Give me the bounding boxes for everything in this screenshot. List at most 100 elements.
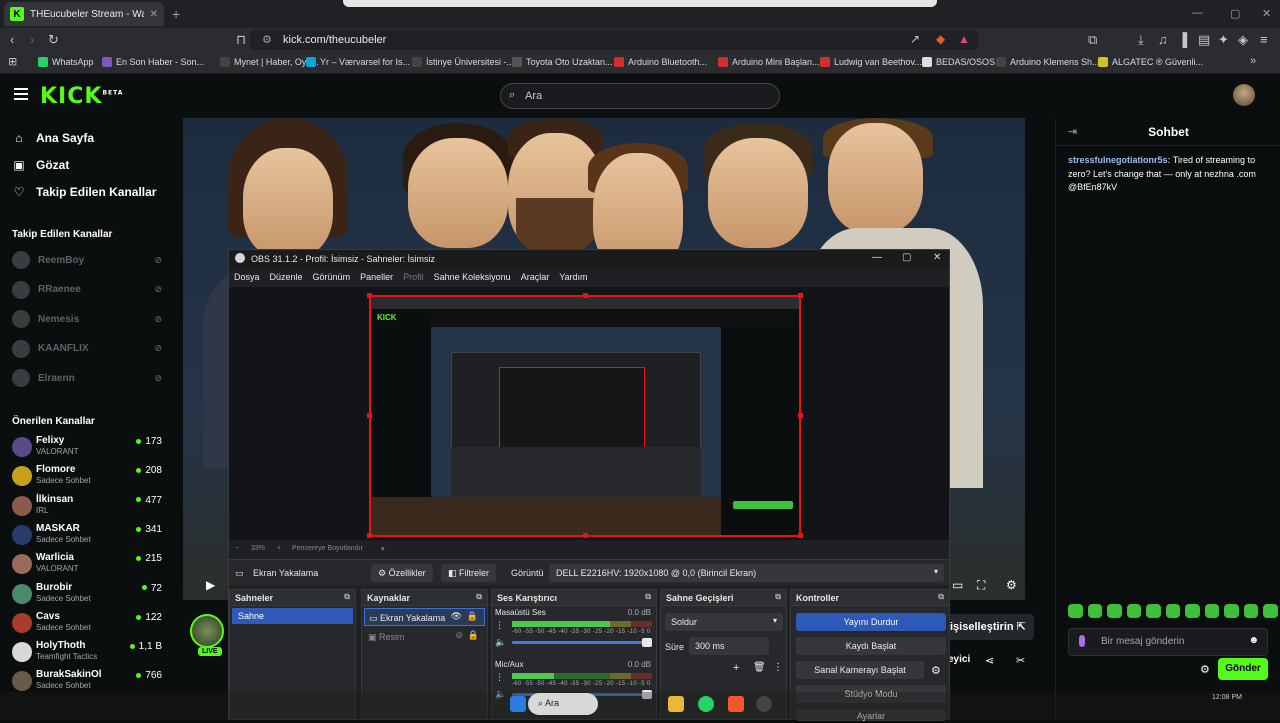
- recommended-channel[interactable]: MASKAR Sadece Sohbet 341: [12, 523, 162, 551]
- streamer-avatar[interactable]: [190, 614, 224, 648]
- emote-icon[interactable]: [1146, 604, 1161, 618]
- close-window-icon[interactable]: ✕: [1262, 7, 1271, 20]
- trash-icon[interactable]: 🗑: [753, 662, 766, 673]
- taskbar-search[interactable]: ⌕ Ara: [528, 693, 598, 715]
- emote-icon[interactable]: [1263, 604, 1279, 618]
- chevron-down-icon[interactable]: ▾: [381, 545, 385, 553]
- resize-handle[interactable]: [367, 293, 372, 298]
- dock-float-icon[interactable]: ⧉: [645, 592, 651, 602]
- emote-icon[interactable]: [1126, 604, 1142, 618]
- followed-channel[interactable]: KAANFLIX ⊘: [12, 339, 162, 358]
- start-virtual-camera-button[interactable]: Sanal Kamerayı Başlat: [796, 661, 924, 679]
- sidebar-nav-item[interactable]: ♡ Takip Edilen Kanallar: [12, 185, 157, 199]
- address-bar[interactable]: ⚙ kick.com/theucubeler ↗ ◆ ▲: [250, 30, 978, 50]
- obs-minimize-icon[interactable]: —: [872, 252, 882, 263]
- bookmark-item[interactable]: WhatsApp: [38, 57, 94, 67]
- properties-button[interactable]: ⚙ Özellikler: [371, 564, 433, 582]
- obs-menu-item[interactable]: Yardım: [554, 269, 592, 287]
- bookmark-item[interactable]: Mynet | Haber, Oyu...: [220, 57, 319, 67]
- obs-close-icon[interactable]: ✕: [933, 252, 941, 263]
- obs-maximize-icon[interactable]: ▢: [902, 252, 911, 263]
- followed-channel[interactable]: RRaenee ⊘: [12, 280, 162, 299]
- sidebar-icon[interactable]: ▐: [1178, 32, 1187, 47]
- eye-icon[interactable]: 👁: [451, 611, 462, 622]
- mixer-options-icon[interactable]: ⋮: [495, 672, 504, 683]
- obs-preview-capture[interactable]: KICK: [369, 295, 801, 537]
- emote-icon[interactable]: [1068, 604, 1083, 618]
- obs-menu-item[interactable]: Görünüm: [308, 269, 356, 287]
- obs-taskbar-icon[interactable]: [756, 696, 772, 712]
- bookmark-item[interactable]: BEDAS/OSOS: [922, 57, 995, 67]
- resize-handle[interactable]: [583, 293, 588, 298]
- share-icon[interactable]: ⋖: [985, 654, 994, 667]
- bookmark-item[interactable]: İstinye Üniversitesi -...: [412, 57, 514, 67]
- vpn-icon[interactable]: ◈: [1238, 32, 1248, 48]
- minimize-icon[interactable]: —: [1192, 7, 1203, 19]
- bookmark-item[interactable]: ALGATEC ® Güvenli...: [1098, 57, 1203, 67]
- chat-input[interactable]: Bir mesaj gönderin ☻: [1068, 628, 1268, 656]
- brave-rewards-icon[interactable]: ▲: [958, 32, 970, 46]
- filters-button[interactable]: ◧ Filtreler: [441, 564, 497, 582]
- clip-icon[interactable]: ✂: [1016, 654, 1025, 667]
- obs-menu-item[interactable]: Sahne Koleksiyonu: [429, 269, 516, 287]
- chat-settings-icon[interactable]: ⚙: [1200, 663, 1210, 676]
- reload-icon[interactable]: ↻: [48, 32, 59, 48]
- followed-channel[interactable]: Elraenn ⊘: [12, 369, 162, 387]
- source-item[interactable]: ▭ Ekran Yakalama 👁 🔒: [364, 608, 485, 626]
- followed-channel[interactable]: ReemBoy ⊘: [12, 251, 162, 269]
- obs-menu-item[interactable]: Profil: [398, 269, 429, 287]
- wallet-icon[interactable]: ▤: [1198, 32, 1210, 48]
- obs-menu-item[interactable]: Araçlar: [516, 269, 555, 287]
- maximize-icon[interactable]: ▢: [1230, 7, 1240, 20]
- followed-channel[interactable]: Nemesis ⊘: [12, 310, 162, 328]
- obs-menu-item[interactable]: Dosya: [229, 269, 265, 287]
- emote-icon[interactable]: [1243, 604, 1259, 618]
- duration-input[interactable]: 300 ms: [689, 637, 769, 655]
- lock-icon[interactable]: 🔒: [467, 611, 478, 622]
- whatsapp-icon[interactable]: [698, 696, 714, 712]
- resize-handle[interactable]: [798, 533, 803, 538]
- theater-mode-icon[interactable]: ▭: [952, 578, 963, 592]
- back-icon[interactable]: ‹: [10, 32, 14, 47]
- bookmark-icon[interactable]: ⊓: [236, 32, 246, 48]
- resize-handle[interactable]: [583, 533, 588, 538]
- new-tab-icon[interactable]: +: [172, 6, 180, 22]
- lock-icon[interactable]: 🔒: [468, 630, 479, 641]
- send-button[interactable]: Gönder: [1218, 658, 1268, 680]
- resize-handle[interactable]: [798, 293, 803, 298]
- emote-icon[interactable]: [1087, 604, 1103, 618]
- obs-menu-item[interactable]: Paneller: [355, 269, 398, 287]
- extensions-icon[interactable]: ⧉: [1088, 32, 1097, 48]
- volume-slider[interactable]: [512, 638, 652, 647]
- resize-handle[interactable]: [798, 413, 803, 418]
- forward-icon[interactable]: ›: [30, 32, 34, 47]
- hamburger-menu-icon[interactable]: [14, 88, 28, 100]
- recommended-channel[interactable]: Felixy VALORANT 173: [12, 435, 162, 463]
- recommended-channel[interactable]: Burobir Sadece Sohbet 72: [12, 582, 162, 610]
- customize-button[interactable]: işiselleştirin ⇱: [944, 614, 1034, 640]
- search-input[interactable]: ⌕ Ara: [500, 83, 780, 109]
- obs-menu-item[interactable]: Düzenle: [265, 269, 308, 287]
- emote-icon[interactable]: [1165, 604, 1181, 618]
- bookmark-item[interactable]: Arduino Bluetooth...: [614, 57, 707, 67]
- emote-icon[interactable]: [1224, 604, 1239, 618]
- apps-grid-icon[interactable]: ⊞: [8, 55, 17, 68]
- transition-select[interactable]: Soldur ▾: [665, 613, 783, 631]
- zoom-out-icon[interactable]: −: [235, 545, 239, 552]
- recommended-channel[interactable]: İlkinsan IRL 477: [12, 494, 162, 522]
- source-item[interactable]: ▣ Resim ⊘ 🔒: [364, 628, 485, 646]
- scene-item[interactable]: Sahne: [232, 608, 353, 624]
- virtual-camera-settings-icon[interactable]: ⚙: [931, 664, 941, 677]
- recommended-channel[interactable]: Cavs Sadece Sohbet 122: [12, 611, 162, 639]
- emote-icon[interactable]: [1204, 604, 1220, 618]
- bookmark-item[interactable]: Ludwig van Beethov...: [820, 57, 922, 67]
- settings-icon[interactable]: ⚙: [1006, 578, 1017, 592]
- zoom-mode[interactable]: Pencereye Boyutlandır: [292, 545, 363, 552]
- bookmark-item[interactable]: Arduino Mini Başlan...: [718, 57, 820, 67]
- bookmark-item[interactable]: Yr – Værvarsel for Is...: [306, 57, 410, 67]
- resize-handle[interactable]: [367, 533, 372, 538]
- more-options-icon[interactable]: ⋮: [773, 662, 783, 673]
- kick-logo[interactable]: KICKBETA: [40, 84, 123, 109]
- sidebar-nav-item[interactable]: ⌂ Ana Sayfa: [12, 131, 94, 145]
- bookmark-item[interactable]: En Son Haber - Son...: [102, 57, 204, 67]
